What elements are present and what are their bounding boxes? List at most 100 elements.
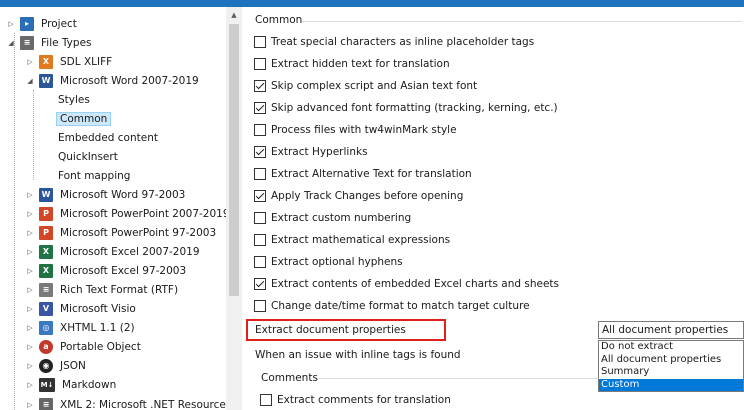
chevron-right-icon[interactable]: ▷: [25, 190, 35, 200]
chevron-right-icon[interactable]: ▷: [25, 361, 35, 371]
option-label: Skip complex script and Asian text font: [271, 80, 478, 92]
tree-item-label: Rich Text Format (RTF): [60, 283, 179, 296]
document-properties-select[interactable]: All document properties: [598, 321, 744, 339]
option-treat-special-chars[interactable]: Treat special characters as inline place…: [254, 33, 534, 51]
option-skip-complex-script[interactable]: Skip complex script and Asian text font: [254, 77, 477, 95]
tree-item-styles[interactable]: Styles: [56, 90, 92, 109]
checkbox[interactable]: [254, 256, 266, 268]
option-label: Treat special characters as inline place…: [271, 36, 535, 48]
checkbox[interactable]: [254, 168, 266, 180]
tree-item-word-2007[interactable]: ◢ W Microsoft Word 2007-2019: [25, 71, 201, 90]
powerpoint-icon: P: [39, 206, 53, 221]
option-extract-alt-text[interactable]: Extract Alternative Text for translation: [254, 165, 472, 183]
option-label: Apply Track Changes before opening: [271, 190, 464, 202]
chevron-down-icon[interactable]: ◢: [6, 38, 16, 48]
option-label: Extract custom numbering: [271, 212, 412, 224]
checkbox[interactable]: [254, 58, 266, 70]
tree-item-label: File Types: [41, 36, 92, 49]
tree-item-json[interactable]: ▷ ◉ JSON: [25, 356, 88, 375]
option-optional-hyphens[interactable]: Extract optional hyphens: [254, 253, 403, 271]
tree-item-label: XHTML 1.1 (2): [60, 321, 135, 334]
tree-item-common[interactable]: Common: [56, 109, 112, 128]
window-top-bar: [0, 0, 744, 7]
tree-item-xhtml[interactable]: ▷ ◎ XHTML 1.1 (2): [25, 318, 137, 337]
excel-icon: X: [39, 244, 53, 259]
tree-item-portable-object[interactable]: ▷ a Portable Object: [25, 337, 143, 356]
chevron-right-icon[interactable]: ▷: [25, 380, 35, 390]
tree-item-label: QuickInsert: [58, 150, 118, 163]
option-date-time-format[interactable]: Change date/time format to match target …: [254, 297, 530, 315]
chevron-right-icon[interactable]: ▷: [25, 228, 35, 238]
checkbox[interactable]: [254, 146, 266, 158]
scrollbar-thumb[interactable]: [229, 24, 239, 296]
checkbox[interactable]: [254, 190, 266, 202]
chevron-right-icon[interactable]: ▷: [25, 57, 35, 67]
dropdown-option-summary[interactable]: Summary: [599, 366, 743, 379]
tree-item-powerpoint-97[interactable]: ▷ P Microsoft PowerPoint 97-2003: [25, 223, 218, 242]
option-label: Extract optional hyphens: [271, 256, 403, 268]
po-icon: a: [39, 339, 53, 354]
checkbox[interactable]: [254, 80, 266, 92]
option-label: Extract mathematical expressions: [271, 234, 451, 246]
tree-item-markdown[interactable]: ▷ M↓ Markdown: [25, 375, 118, 394]
dropdown-option-all-properties[interactable]: All document properties: [599, 354, 743, 367]
dropdown-option-custom[interactable]: Custom: [599, 378, 743, 391]
checkbox[interactable]: [254, 300, 266, 312]
tree-guide-line: [14, 33, 15, 410]
tree-item-label: Microsoft PowerPoint 97-2003: [60, 226, 217, 239]
tree-guide-line: [33, 90, 34, 180]
tree-item-sdl-xliff[interactable]: ▷ X SDL XLIFF: [25, 52, 114, 71]
option-extract-hidden-text[interactable]: Extract hidden text for translation: [254, 55, 450, 73]
tree-item-embedded-content[interactable]: Embedded content: [56, 128, 160, 147]
tree-item-label: Project: [41, 17, 77, 30]
checkbox[interactable]: [254, 102, 266, 114]
chevron-right-icon[interactable]: ▷: [25, 209, 35, 219]
tree-item-label: SDL XLIFF: [60, 55, 113, 68]
checkbox[interactable]: [254, 212, 266, 224]
inline-tags-issue-label: When an issue with inline tags is found: [255, 349, 461, 361]
checkbox[interactable]: [254, 234, 266, 246]
chevron-right-icon[interactable]: ▷: [25, 266, 35, 276]
chevron-right-icon[interactable]: ▷: [25, 323, 35, 333]
option-custom-numbering[interactable]: Extract custom numbering: [254, 209, 411, 227]
chevron-right-icon[interactable]: ▷: [25, 304, 35, 314]
tree-item-rtf[interactable]: ▷ ≡ Rich Text Format (RTF): [25, 280, 180, 299]
option-extract-hyperlinks[interactable]: Extract Hyperlinks: [254, 143, 368, 161]
tree-item-excel-97[interactable]: ▷ X Microsoft Excel 97-2003: [25, 261, 188, 280]
chevron-right-icon[interactable]: ▷: [6, 19, 16, 29]
chevron-right-icon[interactable]: ▷: [25, 342, 35, 352]
option-embedded-excel[interactable]: Extract contents of embedded Excel chart…: [254, 275, 559, 293]
chevron-right-icon[interactable]: ▷: [25, 400, 35, 410]
tree-item-powerpoint-2007[interactable]: ▷ P Microsoft PowerPoint 2007-2019: [25, 204, 226, 223]
tree-item-excel-2007[interactable]: ▷ X Microsoft Excel 2007-2019: [25, 242, 202, 261]
option-label: Extract Hyperlinks: [271, 146, 368, 158]
tree-item-xml-net[interactable]: ▷ ≡ XML 2: Microsoft .NET Resources: [25, 395, 226, 410]
xhtml-icon: ◎: [39, 320, 53, 335]
tree-item-quickinsert[interactable]: QuickInsert: [56, 147, 120, 166]
comments-group-title: Comments: [261, 372, 318, 384]
option-label: Skip advanced font formatting (tracking,…: [271, 102, 558, 114]
tree-item-visio[interactable]: ▷ V Microsoft Visio: [25, 299, 138, 318]
tree-scrollbar[interactable]: ▲: [226, 7, 242, 410]
tree-item-label: Markdown: [62, 378, 117, 391]
tree-item-label: Embedded content: [58, 131, 158, 144]
checkbox[interactable]: [254, 278, 266, 290]
option-tw4winmark[interactable]: Process files with tw4winMark style: [254, 121, 457, 139]
tree-item-word-97[interactable]: ▷ W Microsoft Word 97-2003: [25, 185, 187, 204]
dropdown-option-do-not-extract[interactable]: Do not extract: [599, 341, 743, 354]
tree-item-file-types[interactable]: ◢ ≡ File Types: [6, 33, 94, 52]
option-skip-advanced-formatting[interactable]: Skip advanced font formatting (tracking,…: [254, 99, 558, 117]
section-divider: [302, 21, 742, 22]
option-track-changes[interactable]: Apply Track Changes before opening: [254, 187, 463, 205]
chevron-right-icon[interactable]: ▷: [25, 285, 35, 295]
chevron-right-icon[interactable]: ▷: [25, 247, 35, 257]
option-extract-comments[interactable]: Extract comments for translation: [260, 391, 451, 409]
tree-item-project[interactable]: ▷ ▸ Project: [6, 14, 79, 33]
checkbox[interactable]: [254, 36, 266, 48]
chevron-down-icon[interactable]: ◢: [25, 76, 35, 86]
checkbox[interactable]: [260, 394, 272, 406]
checkbox[interactable]: [254, 124, 266, 136]
option-math-expressions[interactable]: Extract mathematical expressions: [254, 231, 450, 249]
tree-item-font-mapping[interactable]: Font mapping: [56, 166, 132, 185]
scroll-up-arrow-icon[interactable]: ▲: [226, 7, 242, 23]
